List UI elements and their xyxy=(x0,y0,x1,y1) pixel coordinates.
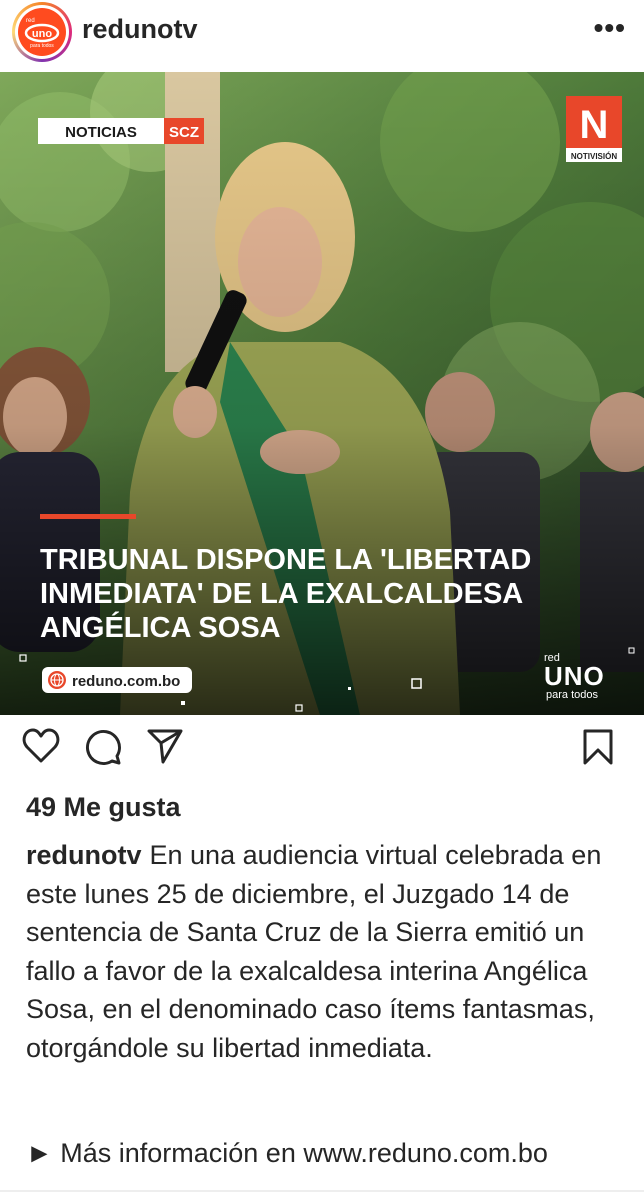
post-actions xyxy=(0,728,644,780)
logo-text: NOTIVISIÓN xyxy=(571,152,617,161)
region-tag: SCZ xyxy=(169,124,199,141)
avatar-sub-text: para todos xyxy=(30,43,54,49)
more-info-link[interactable]: ► Más información en www.reduno.com.bo xyxy=(26,1138,636,1169)
post-image[interactable]: NOTICIAS SCZ N NOTIVISIÓN TRIBUNAL DISPO… xyxy=(0,72,644,715)
logo-letter: N xyxy=(580,103,609,147)
post-header: red uno para todos redunotv ••• xyxy=(0,0,644,70)
header-username[interactable]: redunotv xyxy=(82,14,198,45)
caption-text: En una audiencia virtual celebrada en es… xyxy=(26,840,602,1063)
more-options-icon[interactable]: ••• xyxy=(594,14,626,42)
avatar[interactable]: red uno para todos xyxy=(12,2,72,62)
likes-count[interactable]: 49 Me gusta xyxy=(26,792,181,823)
brand-tag: para todos xyxy=(546,689,598,701)
heart-icon[interactable] xyxy=(22,728,60,769)
brand-main: UNO xyxy=(544,661,605,691)
send-icon[interactable] xyxy=(146,728,184,769)
avatar-logo-text: uno xyxy=(32,28,52,40)
headline-line-3: ANGÉLICA SOSA xyxy=(40,610,281,644)
post-caption: redunotv En una audiencia virtual celebra… xyxy=(26,836,622,1067)
divider xyxy=(0,1190,644,1192)
comment-icon[interactable] xyxy=(84,728,122,771)
caption-username[interactable]: redunotv xyxy=(26,840,142,870)
bookmark-icon[interactable] xyxy=(582,728,614,771)
avatar-small-text: red xyxy=(26,18,35,24)
section-label: NOTICIAS xyxy=(65,124,137,141)
headline-line-2: INMEDIATA' DE LA EXALCALDESA xyxy=(40,578,523,610)
headline-line-1: TRIBUNAL DISPONE LA 'LIBERTAD xyxy=(40,544,531,576)
site-label: reduno.com.bo xyxy=(72,673,180,690)
